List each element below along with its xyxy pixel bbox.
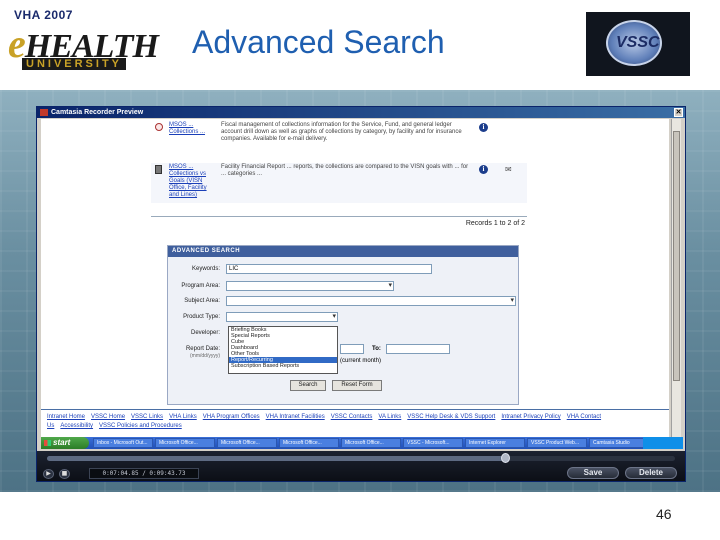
delete-button[interactable]: Delete [625,467,677,479]
result-row: MSOS ... Collections ... Fiscal manageme… [151,121,527,161]
window-titlebar[interactable]: Camtasia Recorder Preview [37,107,685,118]
taskbar-task[interactable]: VSSC Product Web... [527,438,587,448]
taskbar-task[interactable]: Microsoft Office... [279,438,339,448]
seek-handle[interactable] [501,453,511,463]
records-count: Records 1 to 2 of 2 [151,216,527,228]
seek-progress [47,456,506,461]
slide: VHA 2007 eHEALTH UNIVERSITY Advanced Sea… [0,0,720,540]
subject-area-label: Subject Area: [184,298,220,304]
ehealth-university-logo: VHA 2007 eHEALTH UNIVERSITY [8,8,159,74]
scrollbar-thumb[interactable] [673,131,680,381]
seek-bar[interactable] [47,453,675,463]
recorder-app-icon [40,109,48,116]
program-area-label: Program Area: [181,283,220,289]
document-icon [155,165,162,174]
footer-link[interactable]: Accessibility [60,423,93,429]
vssc-logo-text: VSSC [616,34,660,51]
windows-taskbar: start Inbox - Microsoft Out... Microsoft … [41,437,683,449]
play-button[interactable]: ▶ [43,469,54,479]
taskbar-task[interactable]: VSSC - Microsoft... [403,438,463,448]
taskbar-task[interactable]: Internet Explorer [465,438,525,448]
program-area-select[interactable] [226,281,394,291]
report-date-to-label: To: [372,346,381,352]
report-date-hint: (mm/dd/yyyy) [190,353,220,359]
product-type-dropdown[interactable]: Briefing Books Special Reports Cube Dash… [228,326,338,374]
page-number: 46 [656,506,672,522]
product-type-label: Product Type: [183,314,220,320]
result-link[interactable]: MSOS ... Collections ... [169,122,217,136]
report-date-label: Report Date: [185,346,220,352]
advanced-search-header: ADVANCED SEARCH [168,246,518,257]
footer-link[interactable]: VSSC Contacts [331,414,373,420]
window-title: Camtasia Recorder Preview [51,109,144,116]
taskbar-task[interactable]: Inbox - Microsoft Out... [93,438,153,448]
footer-link[interactable]: Intranet Home [47,414,85,420]
recorder-preview-window: Camtasia Recorder Preview ✕ MSOS ... Col… [36,106,686,482]
logo-bottom-text: UNIVERSITY [22,58,127,70]
info-icon[interactable]: i [479,123,488,132]
footer-link[interactable]: VSSC Help Desk & VDS Support [407,414,495,420]
report-date-from-input[interactable] [340,344,364,354]
taskbar-task[interactable]: Microsoft Office... [341,438,401,448]
footer-link[interactable]: VA Links [378,414,401,420]
result-description: Fiscal management of collections informa… [221,122,462,142]
reset-form-button[interactable]: Reset Form [332,380,382,391]
player-controls: ▶ ■ 0:07:04.85 / 0:09:43.73 Save Delete [37,451,685,481]
footer-link[interactable]: VHA Intranet Facilities [266,414,325,420]
taskbar-task[interactable]: Microsoft Office... [217,438,277,448]
vertical-scrollbar[interactable] [671,119,681,437]
start-button[interactable]: start [41,437,89,449]
report-date-to-input[interactable] [386,344,450,354]
vssc-logo: VSSC [586,12,690,76]
info-icon[interactable]: i [479,165,488,174]
save-button[interactable]: Save [567,467,619,479]
stop-button[interactable]: ■ [59,469,70,479]
system-tray [643,437,683,449]
product-type-select[interactable] [226,312,338,322]
footer-link[interactable]: VSSC Links [131,414,163,420]
windows-flag-icon [44,440,51,446]
report-icon [155,123,163,131]
report-date-suffix: (current month) [340,358,382,364]
keywords-input[interactable]: LIC [226,264,432,274]
taskbar-task[interactable]: Camtasia Studio [589,438,649,448]
subscribe-icon[interactable]: ✉ [505,165,514,174]
footer-links: Intranet Home VSSC Home VSSC Links VHA Link… [41,409,669,435]
result-row: MSOS ... Collections vs Goals (VISN Offi… [151,163,527,203]
dropdown-option[interactable]: Subscription Based Reports [229,363,337,369]
taskbar-task[interactable]: Microsoft Office... [155,438,215,448]
window-close-button[interactable]: ✕ [674,108,683,117]
footer-link[interactable]: VHA Program Offices [203,414,260,420]
developer-label: Developer: [190,330,220,336]
result-link[interactable]: MSOS ... Collections vs Goals (VISN Offi… [169,164,217,199]
footer-link[interactable]: VSSC Policies and Procedures [99,423,182,429]
footer-link[interactable]: Intranet Privacy Policy [501,414,560,420]
footer-link[interactable]: VSSC Home [91,414,125,420]
keywords-label: Keywords: [191,266,220,272]
browser-content: MSOS ... Collections ... Fiscal manageme… [41,119,669,437]
result-description: Facility Financial Report ... reports, t… [221,164,469,177]
search-button[interactable]: Search [290,380,326,391]
footer-link[interactable]: VHA Links [169,414,197,420]
timecode-display: 0:07:04.85 / 0:09:43.73 [89,468,199,479]
subject-area-select[interactable] [226,296,516,306]
advanced-search-panel: ADVANCED SEARCH Keywords: LIC Program Ar… [167,245,519,405]
slide-title: Advanced Search [192,24,445,60]
